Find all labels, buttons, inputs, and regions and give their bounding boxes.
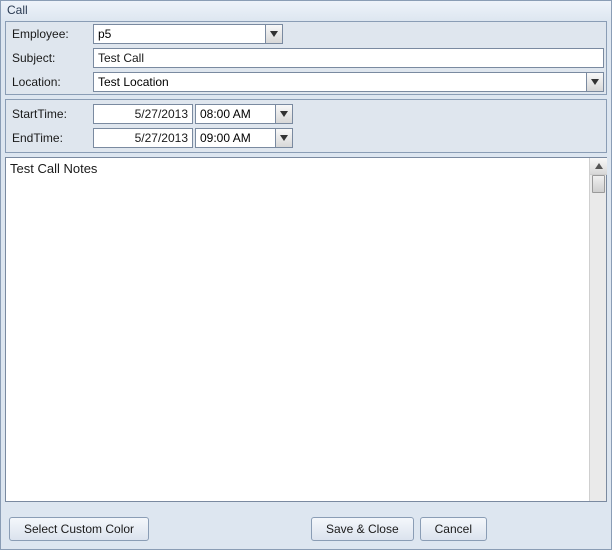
- employee-input[interactable]: [93, 24, 265, 44]
- chevron-up-icon: [595, 163, 603, 169]
- save-and-close-button[interactable]: Save & Close: [311, 517, 414, 541]
- notes-area: [5, 157, 607, 502]
- employee-label: Employee:: [8, 27, 93, 41]
- chevron-down-icon: [280, 111, 288, 117]
- location-combo[interactable]: [93, 72, 604, 92]
- notes-textarea[interactable]: [6, 158, 589, 501]
- scroll-thumb[interactable]: [592, 175, 605, 193]
- employee-combo[interactable]: [93, 24, 283, 44]
- select-custom-color-button[interactable]: Select Custom Color: [9, 517, 149, 541]
- end-time-input[interactable]: [195, 128, 275, 148]
- cancel-button[interactable]: Cancel: [420, 517, 487, 541]
- form-header: Employee: Subject: Location:: [5, 21, 607, 95]
- end-time-combo[interactable]: [195, 128, 295, 148]
- location-dropdown-button[interactable]: [586, 72, 604, 92]
- start-time-input[interactable]: [195, 104, 275, 124]
- button-bar: Select Custom Color Save & Close Cancel: [1, 515, 611, 543]
- employee-dropdown-button[interactable]: [265, 24, 283, 44]
- subject-label: Subject:: [8, 51, 93, 65]
- start-date-input[interactable]: [93, 104, 193, 124]
- starttime-label: StartTime:: [8, 107, 93, 121]
- time-block: StartTime: EndTime:: [5, 99, 607, 153]
- subject-input[interactable]: [93, 48, 604, 68]
- chevron-down-icon: [591, 79, 599, 85]
- end-time-dropdown-button[interactable]: [275, 128, 293, 148]
- chevron-down-icon: [280, 135, 288, 141]
- start-time-combo[interactable]: [195, 104, 295, 124]
- call-dialog: Call Employee: Subject: Location:: [0, 0, 612, 550]
- notes-scrollbar[interactable]: [589, 158, 606, 501]
- location-input[interactable]: [93, 72, 586, 92]
- location-label: Location:: [8, 75, 93, 89]
- end-date-input[interactable]: [93, 128, 193, 148]
- endtime-label: EndTime:: [8, 131, 93, 145]
- chevron-down-icon: [270, 31, 278, 37]
- start-time-dropdown-button[interactable]: [275, 104, 293, 124]
- window-title: Call: [1, 1, 611, 21]
- scroll-up-arrow[interactable]: [590, 158, 607, 175]
